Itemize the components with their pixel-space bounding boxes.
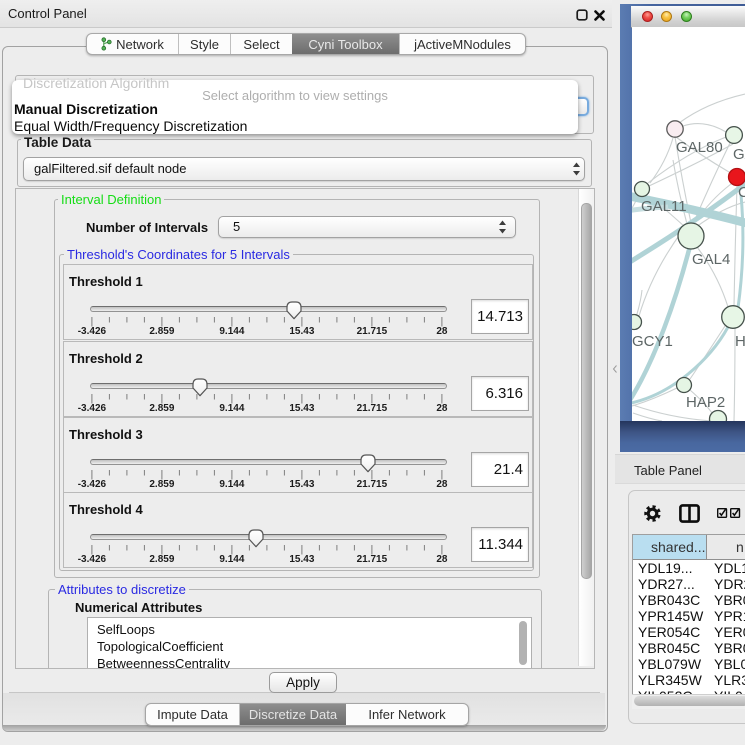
svg-text:GAL80: GAL80	[676, 139, 723, 156]
svg-text:GA: GA	[733, 146, 745, 163]
svg-text:C: C	[738, 184, 745, 201]
svg-text:GCY1: GCY1	[632, 333, 673, 350]
svg-text:GAL4: GAL4	[692, 251, 730, 268]
svg-text:GAL11: GAL11	[641, 198, 687, 215]
svg-text:H: H	[735, 333, 745, 350]
svg-text:HAP2: HAP2	[686, 394, 725, 411]
